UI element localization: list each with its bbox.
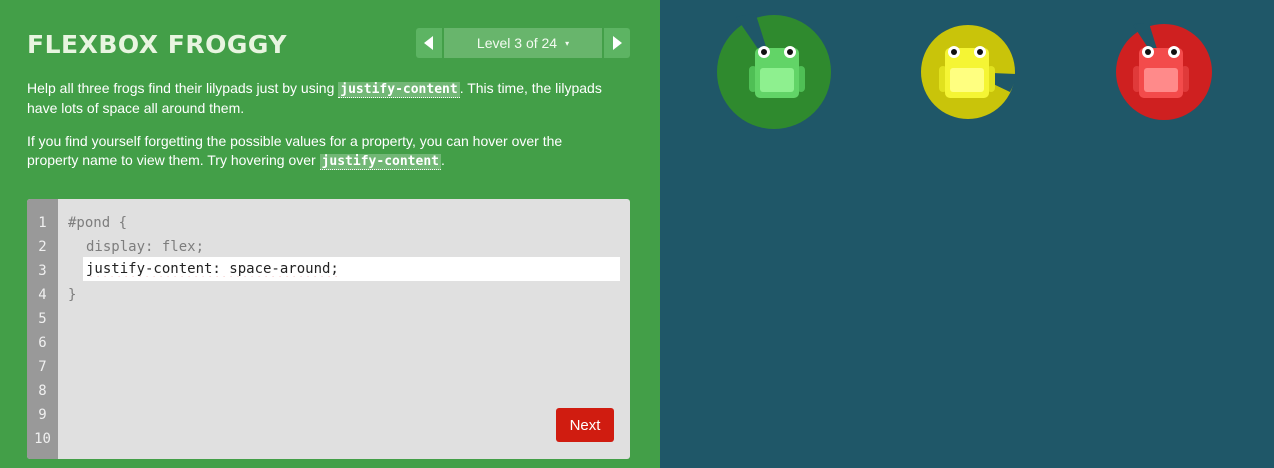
frog-green [749, 46, 805, 98]
level-navigation: Level 3 of 24 ▾ [416, 28, 630, 58]
instructions-paragraph-2: If you find yourself forgetting the poss… [27, 132, 607, 171]
css-editor: 1 2 3 4 5 6 7 8 9 10 #pond { display: fl… [27, 199, 630, 459]
level-label: Level 3 of 24 [476, 35, 558, 51]
line-number-gutter: 1 2 3 4 5 6 7 8 9 10 [27, 199, 58, 459]
level-indicator[interactable]: Level 3 of 24 ▾ [444, 28, 602, 58]
instructions-paragraph-1: Help all three frogs find their lilypads… [27, 79, 607, 118]
code-line-selector: #pond { [68, 215, 128, 231]
triangle-right-icon [613, 36, 622, 50]
line-number: 2 [38, 239, 47, 255]
instructions-text: Help all three frogs find their lilypads… [27, 80, 339, 96]
frog-red [1133, 46, 1189, 98]
chevron-down-icon: ▾ [565, 38, 570, 48]
next-level-button[interactable] [604, 28, 630, 58]
line-number: 6 [38, 335, 47, 351]
property-help-justify-content[interactable]: justify-content [319, 154, 441, 170]
line-number: 10 [34, 431, 51, 447]
line-number: 5 [38, 311, 47, 327]
line-number: 9 [38, 407, 47, 423]
code-line-closing-brace: } [68, 287, 77, 303]
line-number: 8 [38, 383, 47, 399]
instructions-text: . [440, 152, 445, 168]
line-number: 3 [38, 263, 47, 279]
line-number: 4 [38, 287, 47, 303]
triangle-left-icon [424, 36, 433, 50]
instructions-text: If you find yourself forgetting the poss… [27, 133, 563, 168]
code-line-display: display: flex; [86, 239, 205, 255]
game-title: FLEXBOX FROGGY [27, 30, 287, 59]
frog-yellow [939, 46, 995, 98]
line-number: 7 [38, 359, 47, 375]
property-help-justify-content[interactable]: justify-content [338, 82, 460, 98]
sidebar: FLEXBOX FROGGY Level 3 of 24 ▾ Help all … [0, 0, 660, 468]
pond [660, 0, 1274, 468]
previous-level-button[interactable] [416, 28, 442, 58]
next-button[interactable]: Next [556, 408, 614, 442]
css-answer-input[interactable] [83, 257, 620, 281]
code-area: #pond { display: flex; } [58, 199, 630, 459]
line-number: 1 [38, 215, 47, 231]
